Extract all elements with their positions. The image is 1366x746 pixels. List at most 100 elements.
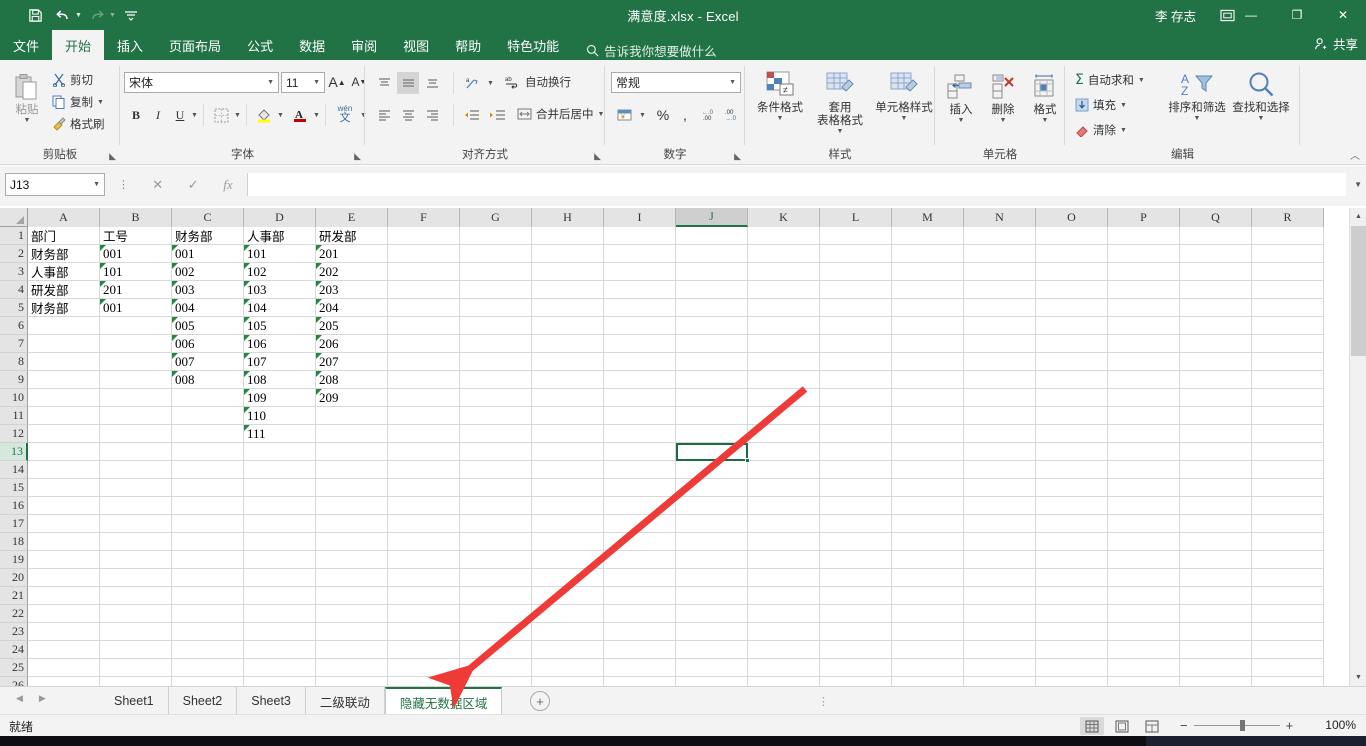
- cell-P9[interactable]: [1108, 371, 1180, 389]
- cell-C14[interactable]: [172, 461, 244, 479]
- sheet-prev-icon[interactable]: ◀: [16, 693, 23, 704]
- cell-F10[interactable]: [388, 389, 460, 407]
- cell-N20[interactable]: [964, 569, 1036, 587]
- cell-O19[interactable]: [1036, 551, 1108, 569]
- cell-G15[interactable]: [460, 479, 532, 497]
- cell-A5[interactable]: 财务部: [28, 299, 100, 317]
- cell-R11[interactable]: [1252, 407, 1324, 425]
- insert-function-icon[interactable]: fx: [223, 177, 232, 193]
- cell-I8[interactable]: [604, 353, 676, 371]
- tab-special-features[interactable]: 特色功能: [494, 30, 572, 60]
- cell-L1[interactable]: [820, 227, 892, 245]
- cell-J17[interactable]: [676, 515, 748, 533]
- conditional-formatting-button[interactable]: ≠ 条件格式 ▼: [750, 68, 810, 123]
- formula-input[interactable]: [247, 173, 1346, 196]
- cell-F19[interactable]: [388, 551, 460, 569]
- cell-F25[interactable]: [388, 659, 460, 677]
- close-button[interactable]: ✕: [1320, 0, 1366, 30]
- cell-I9[interactable]: [604, 371, 676, 389]
- font-color-button[interactable]: A: [289, 104, 311, 126]
- cell-C4[interactable]: 003: [172, 281, 244, 299]
- cell-E25[interactable]: [316, 659, 388, 677]
- cell-Q9[interactable]: [1180, 371, 1252, 389]
- column-header-D[interactable]: D: [244, 208, 316, 227]
- cancel-edit-icon[interactable]: ✕: [152, 177, 163, 193]
- cell-I19[interactable]: [604, 551, 676, 569]
- cell-D2[interactable]: 101: [244, 245, 316, 263]
- cell-O7[interactable]: [1036, 335, 1108, 353]
- cell-P7[interactable]: [1108, 335, 1180, 353]
- cell-A7[interactable]: [28, 335, 100, 353]
- cell-C21[interactable]: [172, 587, 244, 605]
- cell-E3[interactable]: 202: [316, 263, 388, 281]
- cell-H26[interactable]: [532, 677, 604, 686]
- cell-D15[interactable]: [244, 479, 316, 497]
- cell-P14[interactable]: [1108, 461, 1180, 479]
- cell-E18[interactable]: [316, 533, 388, 551]
- cell-A3[interactable]: 人事部: [28, 263, 100, 281]
- column-header-L[interactable]: L: [820, 208, 892, 227]
- cell-O5[interactable]: [1036, 299, 1108, 317]
- row-header-15[interactable]: 15: [0, 479, 28, 497]
- autosum-dropdown-icon[interactable]: ▼: [1138, 77, 1145, 84]
- number-dialog-launcher[interactable]: ◣: [734, 151, 741, 162]
- cell-K12[interactable]: [748, 425, 820, 443]
- row-header-10[interactable]: 10: [0, 389, 28, 407]
- cell-N11[interactable]: [964, 407, 1036, 425]
- cell-N13[interactable]: [964, 443, 1036, 461]
- normal-view-icon[interactable]: [1080, 717, 1104, 735]
- cell-M9[interactable]: [892, 371, 964, 389]
- cell-J26[interactable]: [676, 677, 748, 686]
- cell-I24[interactable]: [604, 641, 676, 659]
- cell-D14[interactable]: [244, 461, 316, 479]
- cell-N24[interactable]: [964, 641, 1036, 659]
- cell-J12[interactable]: [676, 425, 748, 443]
- cell-D12[interactable]: 111: [244, 425, 316, 443]
- cell-J22[interactable]: [676, 605, 748, 623]
- cell-Q13[interactable]: [1180, 443, 1252, 461]
- cell-A22[interactable]: [28, 605, 100, 623]
- cell-M15[interactable]: [892, 479, 964, 497]
- cell-H13[interactable]: [532, 443, 604, 461]
- column-header-H[interactable]: H: [532, 208, 604, 227]
- cell-C8[interactable]: 007: [172, 353, 244, 371]
- cell-F7[interactable]: [388, 335, 460, 353]
- sheet-split-handle[interactable]: ⋮: [818, 695, 829, 708]
- fill-button[interactable]: 填充 ▼: [1075, 97, 1127, 113]
- tab-data[interactable]: 数据: [286, 30, 338, 60]
- cell-B4[interactable]: 201: [100, 281, 172, 299]
- tab-insert[interactable]: 插入: [104, 30, 156, 60]
- cell-Q4[interactable]: [1180, 281, 1252, 299]
- cell-G21[interactable]: [460, 587, 532, 605]
- cell-B15[interactable]: [100, 479, 172, 497]
- cell-P1[interactable]: [1108, 227, 1180, 245]
- cell-K1[interactable]: [748, 227, 820, 245]
- format-painter-button[interactable]: 格式刷: [52, 116, 105, 132]
- align-left-button[interactable]: [373, 104, 395, 126]
- cell-A26[interactable]: [28, 677, 100, 686]
- column-header-F[interactable]: F: [388, 208, 460, 227]
- tab-help[interactable]: 帮助: [442, 30, 494, 60]
- cell-D7[interactable]: 106: [244, 335, 316, 353]
- cell-A23[interactable]: [28, 623, 100, 641]
- cell-P20[interactable]: [1108, 569, 1180, 587]
- cell-G13[interactable]: [460, 443, 532, 461]
- number-format-dropdown-icon[interactable]: ▼: [729, 79, 736, 86]
- cell-E9[interactable]: 208: [316, 371, 388, 389]
- cell-L9[interactable]: [820, 371, 892, 389]
- column-header-A[interactable]: A: [28, 208, 100, 227]
- cell-A25[interactable]: [28, 659, 100, 677]
- cell-H21[interactable]: [532, 587, 604, 605]
- cell-I20[interactable]: [604, 569, 676, 587]
- cell-C12[interactable]: [172, 425, 244, 443]
- cell-G14[interactable]: [460, 461, 532, 479]
- cell-I10[interactable]: [604, 389, 676, 407]
- copy-dropdown-icon[interactable]: ▼: [97, 99, 104, 106]
- cell-G19[interactable]: [460, 551, 532, 569]
- format-cells-button[interactable]: 格式 ▼: [1025, 70, 1065, 125]
- cell-M13[interactable]: [892, 443, 964, 461]
- cell-K18[interactable]: [748, 533, 820, 551]
- cell-P10[interactable]: [1108, 389, 1180, 407]
- cell-C2[interactable]: 001: [172, 245, 244, 263]
- font-name-input[interactable]: 宋体 ▼: [124, 72, 279, 93]
